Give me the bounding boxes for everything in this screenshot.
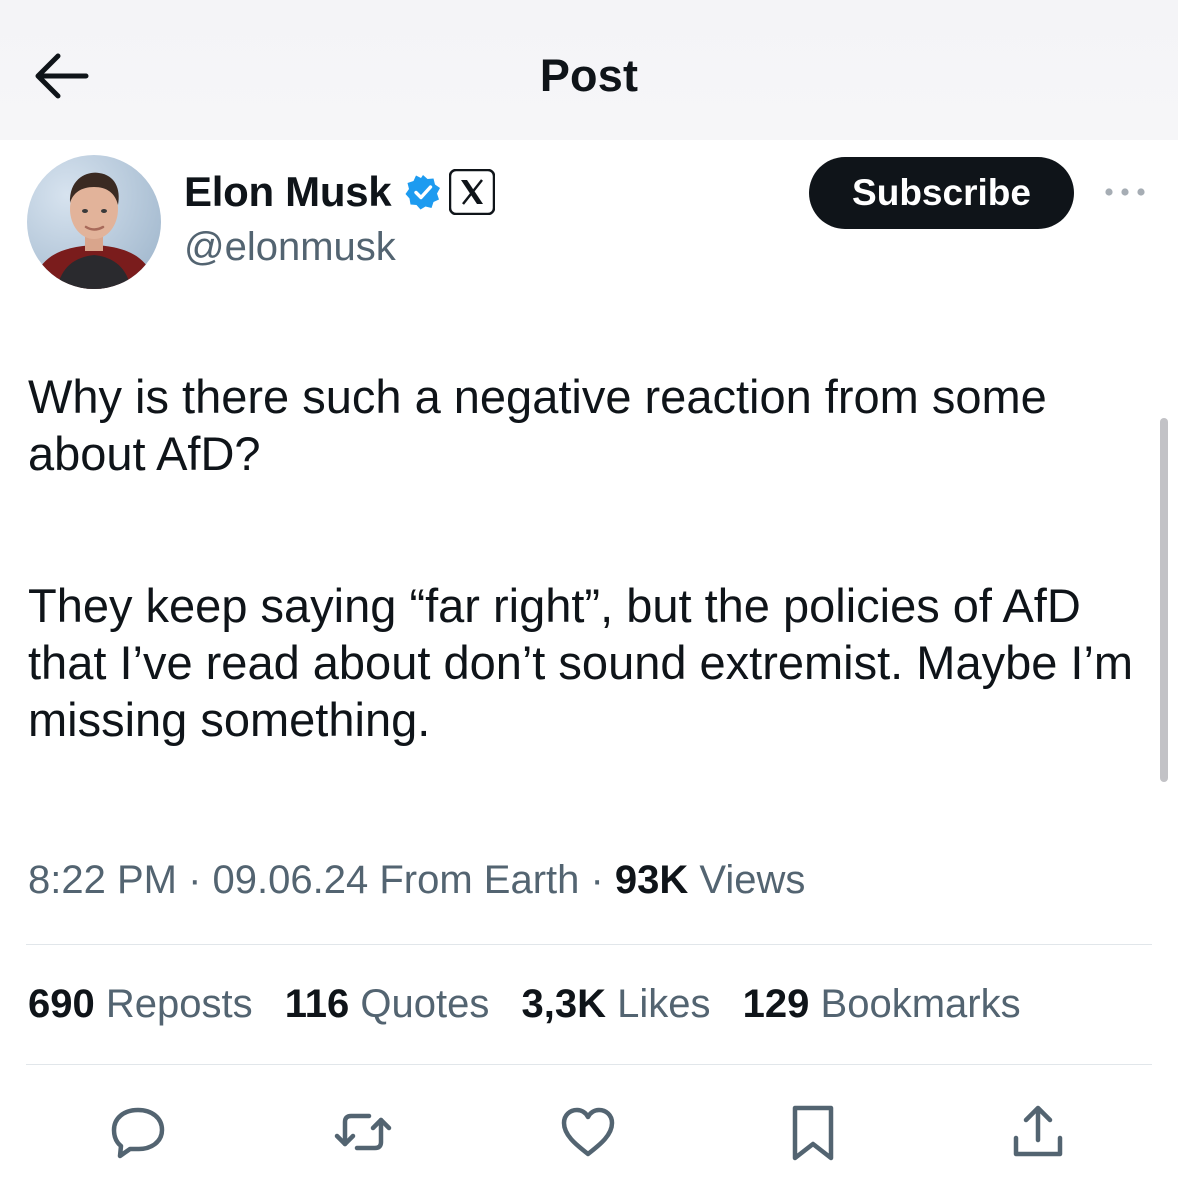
verified-badge-icon[interactable]	[405, 174, 441, 210]
bookmark-button[interactable]	[781, 1100, 845, 1164]
more-options-icon[interactable]	[1100, 180, 1150, 204]
top-bar: Post	[0, 0, 1178, 140]
reply-icon	[111, 1107, 165, 1159]
like-icon	[561, 1107, 615, 1157]
share-icon	[1013, 1105, 1063, 1157]
meta-separator: ·	[579, 858, 615, 902]
stat-quotes[interactable]: 116 Quotes	[285, 982, 490, 1026]
page-title: Post	[539, 50, 639, 101]
post-time[interactable]: 8:22 PM	[28, 858, 177, 902]
avatar[interactable]	[27, 155, 161, 289]
stat-bookmarks[interactable]: 129 Bookmarks	[743, 982, 1021, 1026]
stat-likes[interactable]: 3,3K Likes	[522, 982, 711, 1026]
views-label[interactable]: Views	[688, 858, 805, 902]
scrollbar[interactable]	[1160, 418, 1168, 782]
post-paragraph: They keep saying “far right”, but the po…	[28, 579, 1134, 746]
post-date[interactable]: 09.06.24	[213, 858, 369, 902]
author-name-row: Elon Musk	[184, 168, 496, 216]
divider	[26, 944, 1152, 945]
post-location: From Earth	[368, 858, 580, 902]
share-button[interactable]	[1006, 1100, 1070, 1164]
stat-reposts[interactable]: 690 Reposts	[28, 982, 253, 1026]
views-count[interactable]: 93K	[615, 858, 688, 902]
repost-icon	[334, 1113, 392, 1151]
post-text: Why is there such a negative reaction fr…	[28, 368, 1148, 748]
reply-button[interactable]	[106, 1100, 170, 1164]
engagement-stats: 690 Reposts 116 Quotes 3,3K Likes 129 Bo…	[28, 982, 1042, 1027]
post-paragraph: Why is there such a negative reaction fr…	[28, 370, 1047, 480]
repost-button[interactable]	[331, 1100, 395, 1164]
like-button[interactable]	[556, 1100, 620, 1164]
author-handle[interactable]: @elonmusk	[184, 225, 396, 270]
meta-separator: ·	[176, 858, 213, 902]
profile-photo	[27, 155, 161, 289]
post-meta: 8:22 PM · 09.06.24 From Earth · 93K View…	[28, 858, 805, 903]
author-name[interactable]: Elon Musk	[184, 168, 392, 216]
x-logo-icon[interactable]	[449, 169, 496, 215]
subscribe-button[interactable]: Subscribe	[809, 157, 1074, 229]
bookmark-icon	[792, 1105, 834, 1161]
divider	[26, 1064, 1152, 1065]
